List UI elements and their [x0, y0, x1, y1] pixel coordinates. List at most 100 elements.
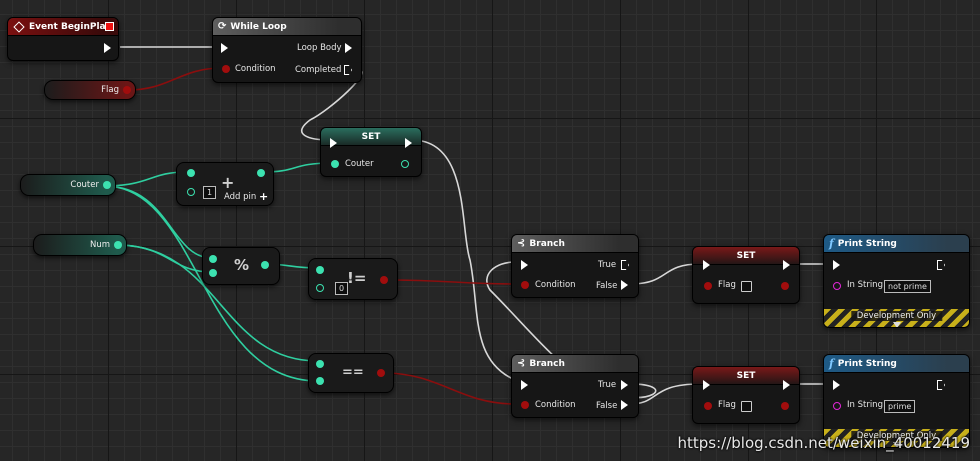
in-string-pin[interactable]: [833, 402, 841, 410]
wire-int: [103, 171, 187, 187]
set-flag-node-1[interactable]: SET Flag: [692, 246, 800, 304]
true-pin[interactable]: [621, 260, 629, 270]
wire-bool: [383, 372, 516, 405]
node-title: Branch: [529, 358, 565, 369]
num-out-pin[interactable]: [114, 241, 122, 249]
loop-body-label: Loop Body: [297, 43, 342, 53]
input-a-pin[interactable]: [316, 360, 324, 368]
exec-in-pin[interactable]: [221, 43, 228, 53]
exec-in-pin[interactable]: [703, 260, 710, 270]
false-pin[interactable]: [621, 280, 628, 290]
add-pin-label[interactable]: Add pin: [224, 192, 256, 202]
while-loop-node[interactable]: ⟳ While Loop Condition Loop Body Complet…: [212, 17, 362, 83]
result-pin[interactable]: [257, 169, 265, 177]
set-couter-node[interactable]: SET Couter: [320, 127, 422, 177]
exec-in-pin[interactable]: [833, 260, 840, 270]
node-title: Print String: [837, 238, 897, 249]
exec-out-pin[interactable]: [937, 380, 945, 390]
flag-variable-node[interactable]: Flag: [44, 80, 136, 100]
in-string-pin[interactable]: [833, 282, 841, 290]
exec-out-pin[interactable]: [783, 260, 790, 270]
exec-in-pin[interactable]: [521, 260, 528, 270]
flag-out-pin[interactable]: [123, 86, 131, 94]
flag-out-pin[interactable]: [781, 282, 789, 290]
condition-label: Condition: [535, 280, 576, 290]
pin-label: Flag: [718, 400, 736, 410]
in-string-label: In String: [847, 280, 883, 290]
exec-in-pin[interactable]: [703, 380, 710, 390]
set-flag-node-2[interactable]: SET Flag: [692, 366, 800, 424]
variable-label: Couter: [70, 180, 99, 190]
flag-in-pin[interactable]: [704, 402, 712, 410]
couter-out-pin[interactable]: [103, 181, 111, 189]
function-icon: f: [829, 357, 834, 370]
modulo-node[interactable]: %: [202, 247, 280, 285]
couter-in-pin[interactable]: [331, 160, 339, 168]
exec-out-pin[interactable]: [783, 380, 790, 390]
flag-in-pin[interactable]: [704, 282, 712, 290]
equal-symbol: ==: [342, 365, 364, 380]
flag-checkbox[interactable]: [741, 401, 752, 412]
node-title: Branch: [529, 238, 565, 249]
condition-pin[interactable]: [222, 65, 230, 73]
couter-out-pin[interactable]: [401, 160, 409, 168]
add-pin-plus-icon[interactable]: +: [259, 190, 268, 203]
false-pin[interactable]: [621, 400, 628, 410]
input-a-pin[interactable]: [187, 169, 195, 177]
equal-node[interactable]: ==: [308, 353, 394, 393]
pin-label: Couter: [345, 159, 374, 169]
true-label: True: [598, 380, 617, 390]
exec-out-pin[interactable]: [937, 260, 945, 270]
wire-exec: [411, 139, 516, 381]
watermark-text: https://blog.csdn.net/weixin_40012419: [677, 434, 970, 452]
in-string-value[interactable]: not prime: [884, 280, 931, 293]
result-pin[interactable]: [377, 369, 385, 377]
exec-out-pin[interactable]: [405, 138, 412, 148]
add-symbol: +: [221, 173, 235, 192]
node-title: SET: [736, 370, 756, 381]
result-pin[interactable]: [261, 261, 269, 269]
exec-in-pin[interactable]: [330, 138, 337, 148]
exec-out-pin[interactable]: [104, 43, 111, 53]
function-icon: f: [829, 237, 834, 250]
condition-pin[interactable]: [521, 401, 529, 409]
variable-label: Num: [89, 240, 110, 250]
loop-body-pin[interactable]: [345, 43, 352, 53]
branch-node-2[interactable]: ⊰ Branch Condition True False: [511, 354, 639, 418]
input-b-pin[interactable]: [316, 377, 324, 385]
exec-in-pin[interactable]: [521, 380, 528, 390]
couter-variable-node[interactable]: Couter: [20, 174, 116, 196]
flag-checkbox[interactable]: [741, 281, 752, 292]
input-b-pin[interactable]: [209, 269, 217, 277]
num-variable-node[interactable]: Num: [33, 234, 127, 256]
in-string-value[interactable]: prime: [884, 400, 916, 413]
input-a-pin[interactable]: [316, 266, 324, 274]
print-string-node-1[interactable]: f Print String In String not prime Devel…: [823, 234, 970, 328]
branch-node-1[interactable]: ⊰ Branch Condition True False: [511, 234, 639, 298]
not-equal-node[interactable]: 0 !=: [308, 258, 398, 300]
loop-icon: ⟳: [218, 21, 227, 32]
delegate-pin-icon[interactable]: [105, 22, 114, 31]
node-title: While Loop: [230, 21, 287, 32]
exec-in-pin[interactable]: [833, 380, 840, 390]
wire-bool: [383, 279, 516, 285]
branch-icon: ⊰: [517, 358, 526, 369]
variable-label: Flag: [101, 85, 119, 95]
not-equal-symbol: !=: [347, 269, 367, 287]
input-b-pin[interactable]: [187, 188, 195, 196]
add-node[interactable]: 1 + Add pin +: [176, 162, 274, 206]
completed-label: Completed: [295, 65, 342, 75]
node-title: SET: [736, 250, 756, 261]
flag-out-pin[interactable]: [781, 402, 789, 410]
input-b-default[interactable]: 1: [203, 186, 217, 199]
event-beginplay-node[interactable]: Event BeginPlay: [7, 17, 119, 61]
result-pin[interactable]: [380, 276, 388, 284]
true-pin[interactable]: [621, 380, 628, 390]
expand-arrow-icon[interactable]: [892, 322, 901, 327]
input-a-pin[interactable]: [209, 255, 217, 263]
completed-pin[interactable]: [344, 65, 352, 75]
condition-pin[interactable]: [521, 281, 529, 289]
input-b-pin[interactable]: [316, 284, 324, 292]
event-diamond-icon: [13, 20, 25, 33]
node-title: SET: [361, 131, 381, 142]
